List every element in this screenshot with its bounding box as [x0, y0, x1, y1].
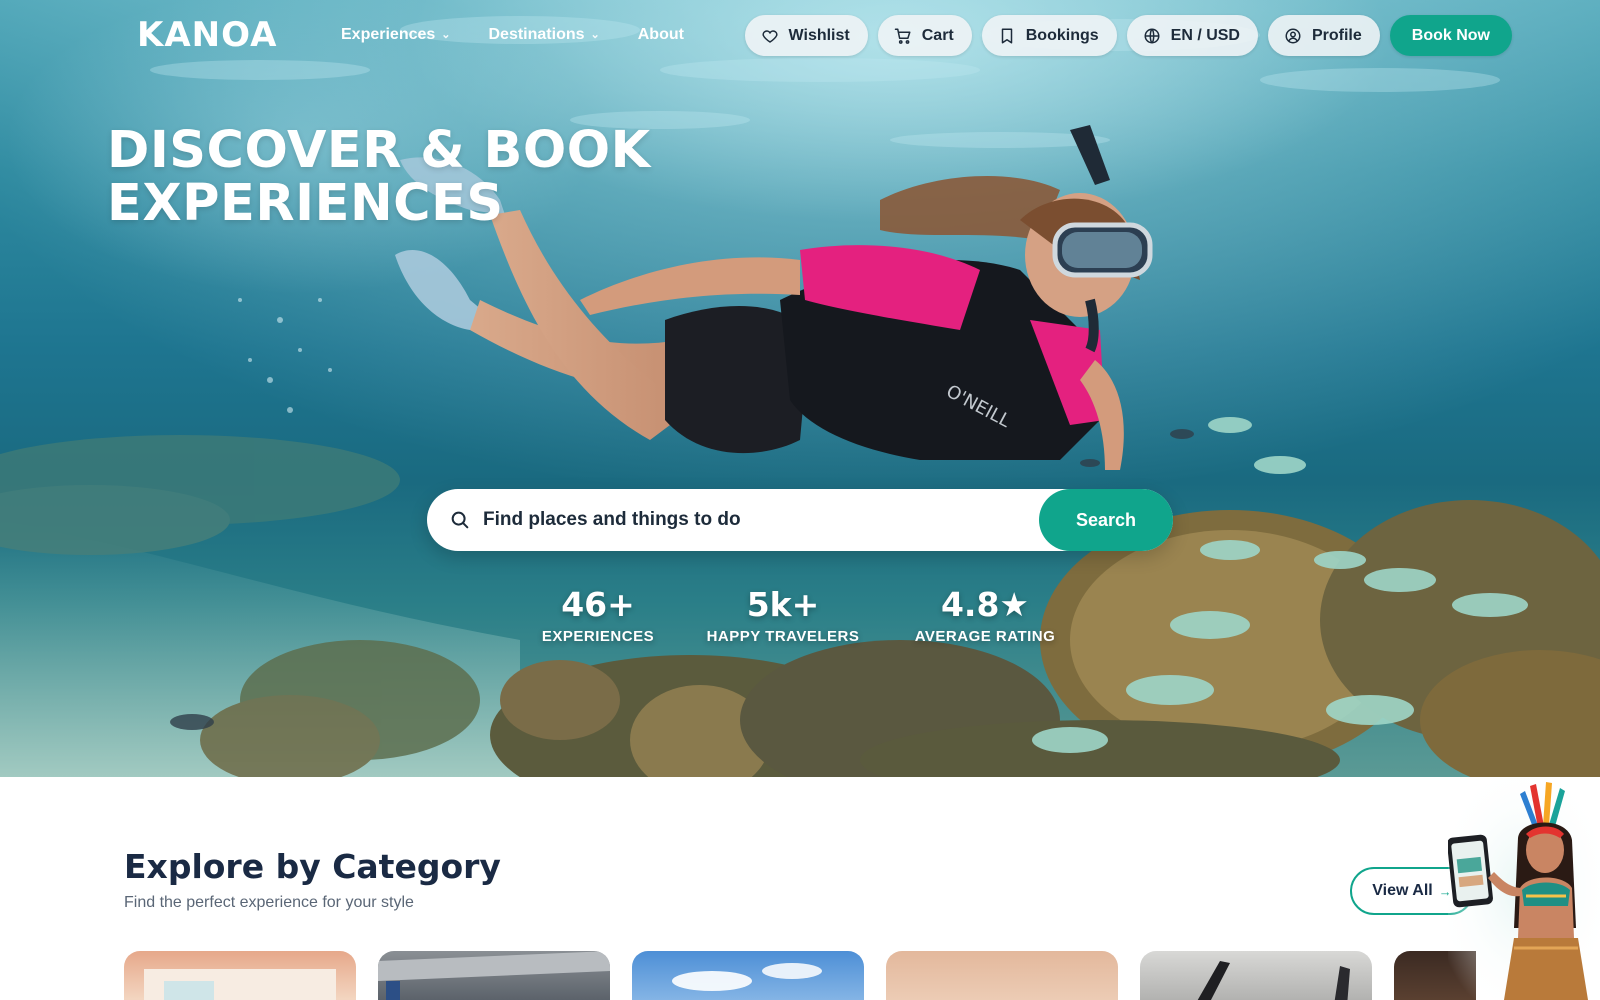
language-currency-label: EN / USD [1170, 26, 1240, 44]
hero-title-line-2: EXPERIENCES [107, 174, 504, 233]
logo-text: KANOA [137, 15, 278, 55]
profile-button[interactable]: Profile [1267, 15, 1380, 56]
category-card-image [1197, 961, 1350, 1000]
mascot-illustration[interactable] [1448, 778, 1600, 1000]
primary-nav-links: Experiences ⌄ Destinations ⌄ About [341, 23, 722, 47]
user-circle-icon [1285, 28, 1301, 43]
nav-link-destinations[interactable]: Destinations ⌄ [489, 23, 600, 47]
hero-title-line-1: DISCOVER & BOOK [107, 121, 651, 180]
chevron-down-icon: ⌄ [590, 29, 600, 41]
search-bar: Search [427, 489, 1173, 551]
stat-happy-travelers: 5k+ HAPPY TRAVELERS [698, 585, 868, 645]
bookings-button[interactable]: Bookings [981, 15, 1117, 56]
stat-value: 5k+ [746, 585, 820, 624]
category-card-image [144, 969, 336, 1000]
category-cards-row [124, 951, 1476, 1000]
book-now-label: Book Now [1411, 26, 1490, 44]
nav-action-buttons: Wishlist Cart Bookings EN / USD Profile … [744, 15, 1512, 56]
stat-average-rating: 4.8★ AVERAGE RATING [905, 585, 1065, 645]
stat-experiences: 46+ EXPERIENCES [533, 585, 663, 645]
category-card-image [672, 963, 822, 991]
profile-label: Profile [1311, 26, 1362, 44]
category-card[interactable] [886, 951, 1118, 1000]
cart-label: Cart [921, 26, 954, 44]
search-button[interactable]: Search [1039, 489, 1173, 551]
cart-icon [894, 28, 911, 44]
brand-logo[interactable]: KANOA [137, 14, 277, 56]
language-currency-button[interactable]: EN / USD [1126, 15, 1258, 56]
nav-link-about[interactable]: About [638, 23, 684, 47]
category-card[interactable] [124, 951, 356, 1000]
chevron-down-icon: ⌄ [441, 29, 451, 41]
cart-button[interactable]: Cart [877, 15, 972, 56]
category-card[interactable] [1140, 951, 1372, 1000]
category-card[interactable] [632, 951, 864, 1000]
category-section-subtitle: Find the perfect experience for your sty… [124, 894, 414, 911]
top-navigation: KANOA Experiences ⌄ Destinations ⌄ About… [0, 0, 1600, 72]
category-card[interactable] [378, 951, 610, 1000]
stat-label: EXPERIENCES [541, 628, 655, 645]
wishlist-label: Wishlist [788, 26, 850, 44]
hero-background-image: O'NEILL [0, 0, 1600, 777]
search-input[interactable] [483, 502, 1023, 538]
nav-link-label: About [637, 26, 684, 43]
bookmark-icon [1001, 28, 1012, 43]
stat-value: 46+ [561, 585, 635, 624]
nav-link-label: Destinations [488, 26, 585, 43]
book-now-button[interactable]: Book Now [1389, 15, 1512, 56]
hero-title: DISCOVER & BOOK EXPERIENCES [107, 124, 747, 230]
stat-label: AVERAGE RATING [914, 628, 1056, 645]
globe-icon [1144, 28, 1160, 43]
search-icon [451, 511, 469, 529]
wishlist-button[interactable]: Wishlist [744, 15, 868, 56]
hero-banner: O'NEILL KANOA Experiences ⌄ Destinations… [0, 0, 1600, 777]
stat-label: HAPPY TRAVELERS [706, 628, 860, 645]
category-section-title: Explore by Category [124, 847, 501, 886]
stat-value: 4.8★ [940, 585, 1030, 624]
heart-icon [762, 29, 778, 43]
nav-link-experiences[interactable]: Experiences ⌄ [341, 23, 451, 47]
category-card-image [378, 951, 610, 1000]
nav-link-label: Experiences [341, 26, 436, 43]
view-all-label: View All [1372, 882, 1433, 899]
bookings-label: Bookings [1025, 26, 1099, 44]
